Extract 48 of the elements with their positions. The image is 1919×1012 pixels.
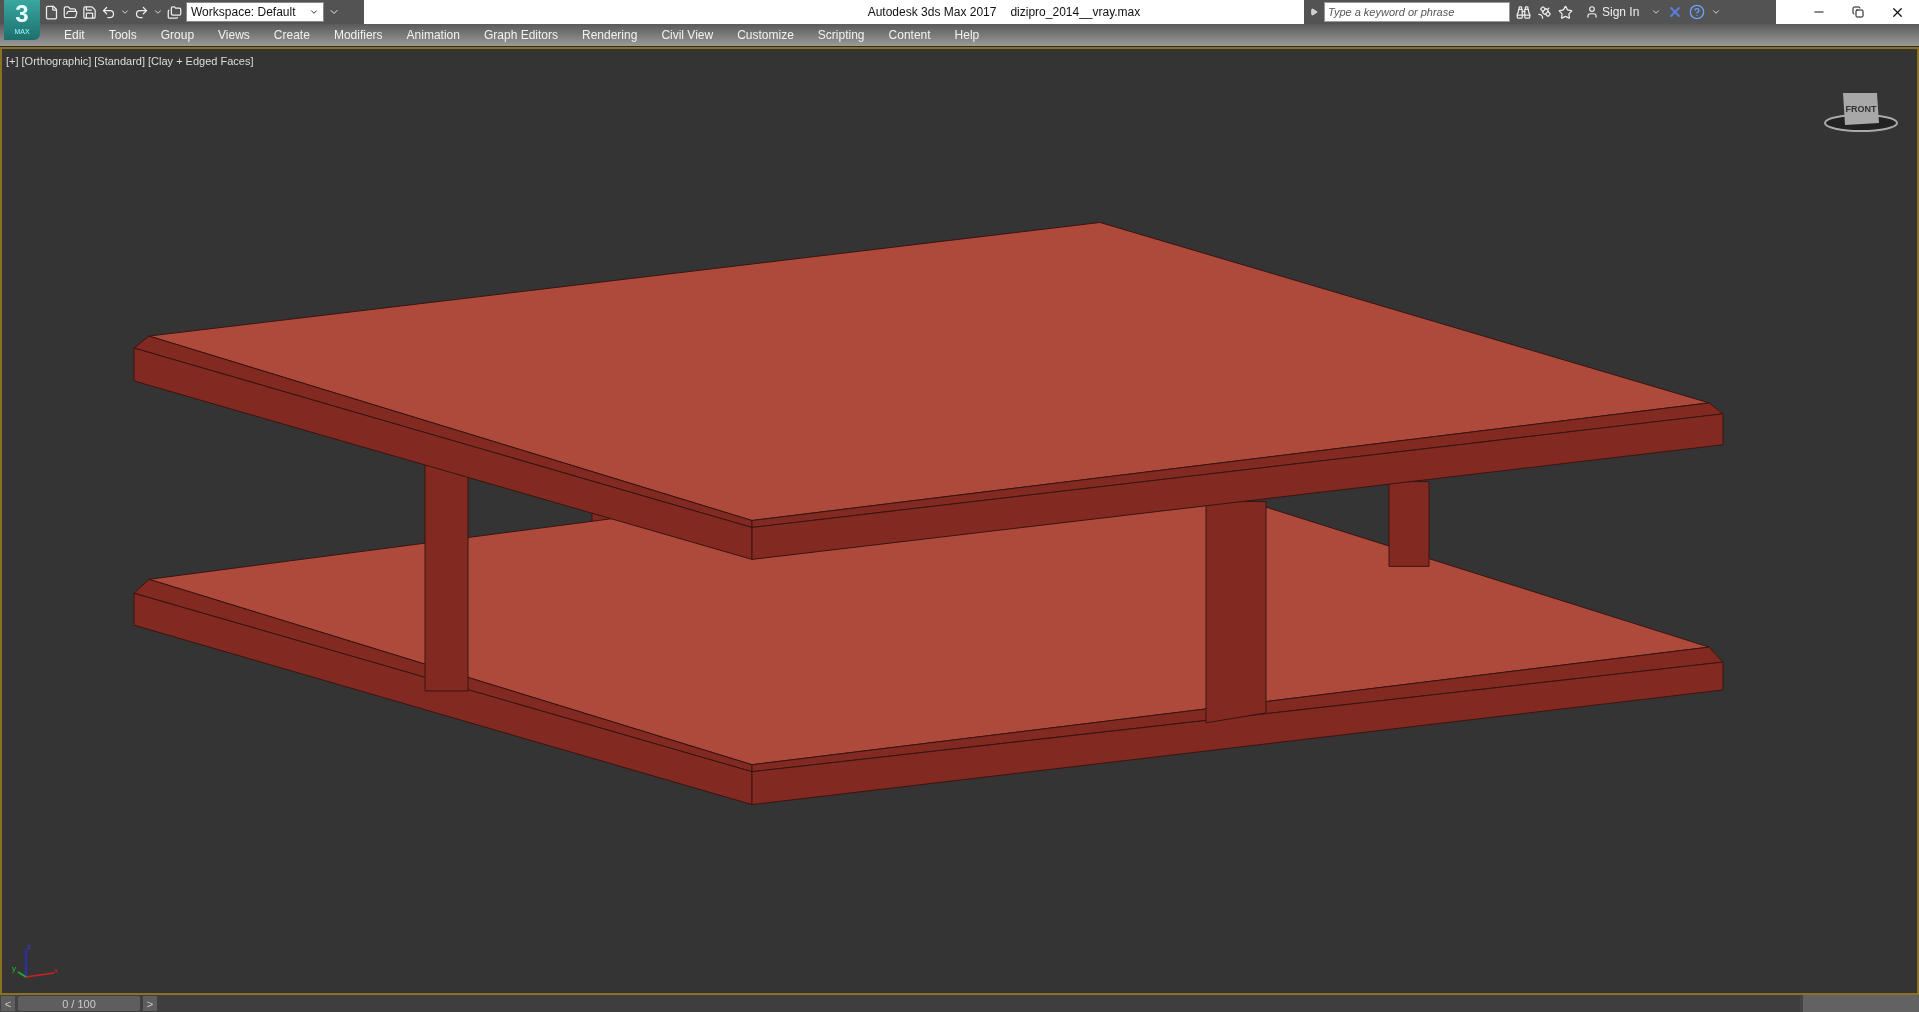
viewport[interactable]: [+] [Orthographic] [Standard] [Clay + Edged Faces] FRONT z y x xyxy=(0,47,1919,995)
menu-item[interactable]: Group xyxy=(148,28,207,42)
caret-icon xyxy=(309,7,319,17)
axis-gizmo: z y x xyxy=(12,941,62,981)
menu-item[interactable]: Rendering xyxy=(570,28,650,42)
menu-item[interactable]: Tools xyxy=(96,28,149,42)
menu-item[interactable]: Civil View xyxy=(649,28,726,42)
menu-item[interactable]: Graph Editors xyxy=(471,28,570,42)
caret-icon[interactable] xyxy=(120,7,130,17)
binoculars-icon[interactable] xyxy=(1516,4,1531,20)
menu-item[interactable]: Scripting xyxy=(805,28,877,42)
viewport-label[interactable]: [Clay + Edged Faces] xyxy=(148,55,254,67)
restore-icon[interactable] xyxy=(1852,6,1864,18)
menu-item[interactable]: Help xyxy=(942,28,992,42)
menu-item[interactable]: Create xyxy=(261,28,322,42)
new-file-icon[interactable] xyxy=(44,4,59,20)
caret-icon[interactable] xyxy=(1711,7,1722,17)
folders-icon[interactable] xyxy=(167,4,182,20)
save-icon[interactable] xyxy=(82,4,97,20)
viewport-label[interactable]: [Standard] xyxy=(94,55,145,67)
app-title: Autodesk 3ds Max 2017 xyxy=(867,5,997,19)
view-cube[interactable]: FRONT xyxy=(1821,85,1901,135)
menu-item[interactable]: Animation xyxy=(394,28,472,42)
menu-item[interactable]: Customize xyxy=(725,28,806,42)
caret-icon[interactable] xyxy=(153,7,163,17)
open-folder-icon[interactable] xyxy=(63,4,78,20)
menu-item[interactable]: Views xyxy=(206,28,262,42)
user-icon xyxy=(1585,5,1599,19)
star-icon[interactable] xyxy=(1558,4,1573,20)
help-icon[interactable] xyxy=(1689,4,1706,20)
menu-item[interactable]: Modifiers xyxy=(321,28,395,42)
sign-in-button[interactable]: Sign In xyxy=(1579,4,1646,20)
satellite-icon[interactable] xyxy=(1537,4,1552,20)
caret-icon[interactable] xyxy=(1651,7,1662,17)
expand-arrow-icon[interactable] xyxy=(1310,8,1318,16)
previous-frame-button[interactable]: < xyxy=(1,996,15,1011)
workspace-dropdown[interactable]: Workspace: Default xyxy=(186,2,324,22)
menu-item[interactable]: Edit xyxy=(52,28,97,42)
file-name: dizipro_2014__vray.max xyxy=(1010,5,1141,19)
menu-item[interactable]: Content xyxy=(876,28,943,42)
viewport-label[interactable]: [+] xyxy=(6,55,19,67)
undo-icon[interactable] xyxy=(101,4,116,20)
next-frame-button[interactable]: > xyxy=(143,996,157,1011)
redo-icon[interactable] xyxy=(134,4,149,20)
time-slider-thumb[interactable]: 0 / 100 xyxy=(18,996,140,1011)
search-field[interactable]: Type a keyword or phrase xyxy=(1324,2,1510,22)
time-slider-track[interactable]: 0 / 100 > xyxy=(18,995,1800,1012)
viewport-label[interactable]: [Orthographic] xyxy=(21,55,92,67)
